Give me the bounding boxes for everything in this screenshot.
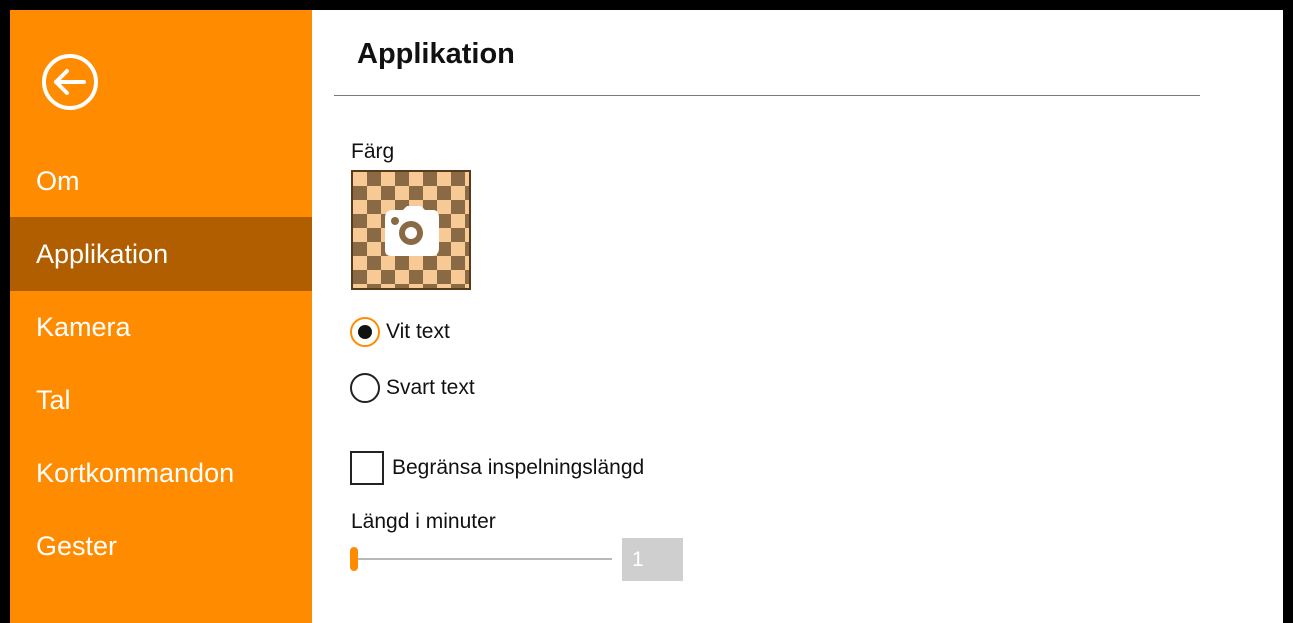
sidebar-item-label: Gester (36, 531, 118, 561)
sidebar-item-kamera[interactable]: Kamera (10, 290, 312, 364)
slider-track (350, 558, 612, 560)
limit-recording-checkbox[interactable] (350, 451, 384, 485)
sidebar-item-applikation[interactable]: Applikation (10, 217, 312, 291)
window-border: Om Applikation Kamera Tal Kortkommandon … (0, 0, 1293, 623)
color-picker-swatch[interactable] (351, 170, 471, 290)
back-button[interactable] (41, 53, 99, 111)
limit-recording-checkbox-row[interactable]: Begränsa inspelningslängd (350, 450, 644, 486)
sidebar-item-label: Applikation (36, 239, 169, 269)
length-label: Längd i minuter (351, 510, 496, 533)
radio-svart-text[interactable]: Svart text (350, 370, 475, 406)
main-content: Applikation Färg Vit text Svart text Beg… (312, 10, 1283, 623)
sidebar-item-label: Om (36, 166, 80, 196)
radio-button[interactable] (350, 373, 380, 403)
slider-thumb[interactable] (350, 547, 358, 571)
sidebar-item-label: Kamera (36, 312, 131, 342)
settings-window: Om Applikation Kamera Tal Kortkommandon … (10, 10, 1283, 623)
sidebar-item-label: Kortkommandon (36, 458, 235, 488)
page-title: Applikation (357, 38, 515, 70)
camera-icon (385, 206, 439, 256)
radio-label: Vit text (386, 320, 450, 343)
limit-recording-label: Begränsa inspelningslängd (392, 456, 645, 479)
sidebar-item-om[interactable]: Om (10, 144, 312, 218)
sidebar-item-label: Tal (36, 385, 71, 415)
length-value-box: 1 (622, 538, 683, 581)
arrow-left-circle-icon (42, 54, 98, 110)
radio-button-checked[interactable] (350, 317, 380, 347)
sidebar-item-gester[interactable]: Gester (10, 509, 312, 583)
radio-vit-text[interactable]: Vit text (350, 314, 450, 350)
radio-label: Svart text (386, 376, 475, 399)
sidebar-item-kortkommandon[interactable]: Kortkommandon (10, 436, 312, 510)
color-label: Färg (351, 140, 395, 163)
sidebar: Om Applikation Kamera Tal Kortkommandon … (10, 10, 312, 623)
length-slider[interactable] (350, 544, 612, 574)
sidebar-item-tal[interactable]: Tal (10, 363, 312, 437)
title-divider (334, 95, 1200, 96)
